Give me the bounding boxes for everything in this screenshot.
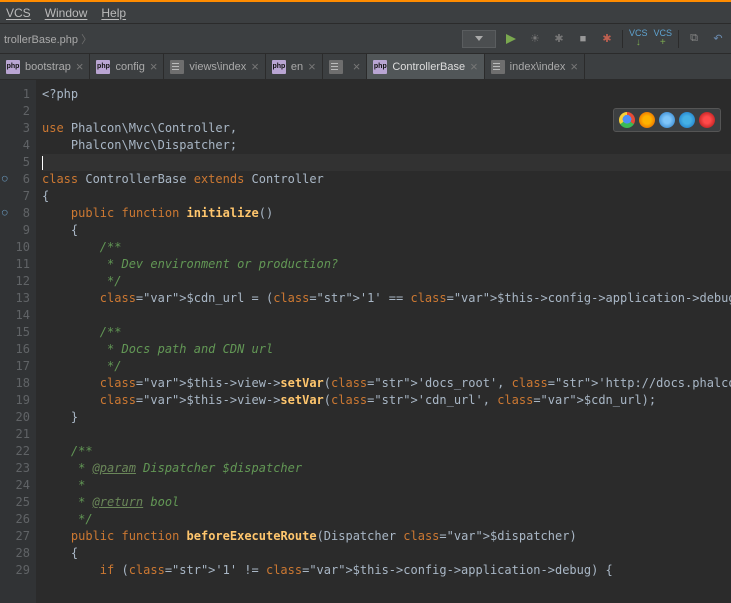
close-icon[interactable]: × (470, 59, 478, 74)
close-icon[interactable]: × (251, 59, 259, 74)
tab-ControllerBase[interactable]: php ControllerBase × (367, 54, 484, 79)
stop-icon[interactable]: ■ (574, 30, 592, 48)
debug-gear-icon[interactable]: ✱ (598, 30, 616, 48)
ie-icon[interactable] (679, 112, 695, 128)
firefox-icon[interactable] (639, 112, 655, 128)
code-line (42, 307, 731, 324)
tab-label: config (115, 61, 144, 73)
code-line: class="var">$cdn_url = (class="str">'1' … (42, 290, 731, 307)
code-line: { (42, 222, 731, 239)
code-line: } (42, 409, 731, 426)
vcs-update-icon[interactable]: VCS↓ (629, 29, 648, 48)
code-line: if (class="str">'1' != class="var">$this… (42, 562, 731, 579)
code-line: public function beforeExecuteRoute(Dispa… (42, 528, 731, 545)
code-line: */ (42, 511, 731, 528)
opera-icon[interactable] (699, 112, 715, 128)
code-line: */ (42, 273, 731, 290)
menu-window[interactable]: Window (45, 6, 88, 20)
menu-help[interactable]: Help (101, 6, 126, 20)
close-icon[interactable]: × (76, 59, 84, 74)
close-icon[interactable]: × (353, 59, 361, 74)
code-line: class="var">$this->view->setVar(class="s… (42, 375, 731, 392)
code-line: * @param Dispatcher $dispatcher (42, 460, 731, 477)
menu-vcs[interactable]: VCS (6, 6, 31, 20)
editor-tabs: phpbootstrap×phpconfig×views\index×phpen… (0, 54, 731, 80)
code-line: class="var">$this->view->setVar(class="s… (42, 392, 731, 409)
editor: 1234567891011121314151617181920212223242… (0, 80, 731, 603)
tab-en[interactable]: phpen × (266, 54, 323, 79)
doc-file-icon (329, 60, 343, 74)
tab-index\index[interactable]: index\index × (485, 54, 585, 79)
code-line: /** (42, 324, 731, 341)
run-config-dropdown[interactable] (462, 30, 496, 48)
php-file-icon: php (6, 60, 20, 74)
code-line: * (42, 477, 731, 494)
vcs-commit-icon[interactable]: VCS+ (653, 29, 672, 48)
code-line: { (42, 188, 731, 205)
code-line: class ControllerBase extends Controller (42, 171, 731, 188)
code-line: /** (42, 443, 731, 460)
menubar: VCS Window Help (0, 2, 731, 24)
code-line (42, 154, 731, 171)
close-icon[interactable]: × (150, 59, 158, 74)
debug-sun-icon[interactable]: ☀ (526, 30, 544, 48)
gutter: 1234567891011121314151617181920212223242… (0, 80, 36, 603)
tab-label: bootstrap (25, 61, 71, 73)
tab-bootstrap[interactable]: php bootstrap × (0, 54, 90, 79)
tab-label: index\index (510, 61, 566, 73)
code-line: Phalcon\Mvc\Dispatcher; (42, 137, 731, 154)
run-icon[interactable] (502, 30, 520, 48)
code-line: */ (42, 358, 731, 375)
safari-icon[interactable] (659, 112, 675, 128)
toolbar: trollerBase.php 〉 ☀ ✱ ■ ✱ VCS↓ VCS+ ⧉ ↶ (0, 24, 731, 54)
code-line: { (42, 545, 731, 562)
breadcrumb: trollerBase.php 〉 (4, 31, 92, 47)
doc-file-icon (170, 60, 184, 74)
close-icon[interactable]: × (570, 59, 578, 74)
php-file-icon: php (373, 60, 387, 74)
code-line: /** (42, 239, 731, 256)
code-area[interactable]: <?php use Phalcon\Mvc\Controller, Phalco… (36, 80, 731, 603)
code-line: * Docs path and CDN url (42, 341, 731, 358)
code-line: public function initialize() (42, 205, 731, 222)
tab-label: views\index (189, 61, 246, 73)
debug-bug-icon[interactable]: ✱ (550, 30, 568, 48)
php-file-icon: php (272, 60, 286, 74)
code-line: * Dev environment or production? (42, 256, 731, 273)
code-line: <?php (42, 86, 731, 103)
tab-views\index[interactable]: views\index × (164, 54, 265, 79)
undo-icon[interactable]: ↶ (709, 30, 727, 48)
chrome-icon[interactable] (619, 112, 635, 128)
tab-label: ControllerBase (392, 61, 465, 73)
code-line: * @return bool (42, 494, 731, 511)
php-file-icon: php (96, 60, 110, 74)
doc-file-icon (491, 60, 505, 74)
open-file-icon[interactable]: ⧉ (685, 30, 703, 48)
tab-config[interactable]: php config × (90, 54, 164, 79)
tab-untitled[interactable]: × (323, 54, 368, 79)
close-icon[interactable]: × (308, 59, 316, 74)
code-line (42, 426, 731, 443)
browser-preview-bar (613, 108, 721, 132)
tab-label: en (291, 61, 303, 73)
